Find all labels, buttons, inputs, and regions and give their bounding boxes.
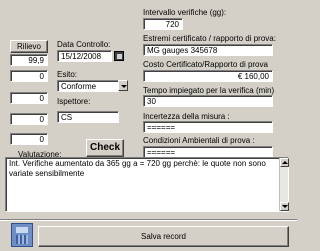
- valutazione-textarea[interactable]: Int. Verifiche aumentato da 365 gg a = 7…: [5, 157, 289, 212]
- esito-selected-value: Conforme: [61, 82, 97, 91]
- save-record-button[interactable]: Salva record: [38, 226, 289, 247]
- calendar-icon-page: [117, 54, 122, 59]
- rilievo-value-5[interactable]: 0: [10, 133, 48, 145]
- save-record-icon-screen: [16, 227, 28, 233]
- tempo-label: Tempo impiegato per la verifica (min): [143, 86, 275, 95]
- scroll-down-icon[interactable]: [280, 202, 289, 211]
- valutazione-scrollbar[interactable]: [279, 158, 289, 211]
- estremi-label: Estremi certificato / rapporto di prova:: [143, 34, 276, 43]
- rilievo-value-1[interactable]: 99,9: [10, 54, 48, 66]
- rilievo-value-2[interactable]: 0: [10, 70, 48, 82]
- rilievo-button[interactable]: Rilievo: [10, 40, 48, 53]
- ispettore-field[interactable]: CS: [57, 111, 119, 123]
- estremi-field[interactable]: MG gauges 345678: [143, 44, 273, 56]
- esito-select[interactable]: Conforme: [57, 80, 119, 92]
- data-controllo-label: Data Controllo:: [57, 40, 111, 49]
- rilievo-value-3[interactable]: 0: [10, 92, 48, 104]
- save-record-icon[interactable]: [11, 223, 33, 247]
- save-record-icon-keys: [16, 235, 28, 244]
- costo-label: Costo Certificato/Rapporto di prova: [143, 60, 268, 69]
- check-button-label: Check: [89, 142, 120, 153]
- calendar-icon[interactable]: [114, 51, 124, 61]
- incertezza-label: Incertezza della misura :: [143, 112, 230, 121]
- valutazione-text: Int. Verifiche aumentato da 365 gg a = 7…: [9, 159, 266, 178]
- esito-dropdown-button[interactable]: [118, 80, 128, 91]
- bottom-divider-highlight: [0, 220, 297, 221]
- costo-field[interactable]: € 160,00: [143, 70, 273, 82]
- esito-label: Esito:: [57, 70, 78, 79]
- rilievo-value-4[interactable]: 0: [10, 113, 48, 125]
- incertezza-field[interactable]: ======: [143, 121, 273, 133]
- intervallo-label: Intervallo verifiche (gg):: [143, 8, 227, 17]
- ispettore-label: Ispettore:: [57, 97, 91, 106]
- save-record-label: Salva record: [141, 232, 186, 241]
- condizioni-label: Condizioni Ambientali di prova :: [143, 136, 255, 145]
- data-controllo-field[interactable]: 15/12/2008: [57, 50, 112, 62]
- scroll-up-icon[interactable]: [280, 158, 289, 167]
- check-button[interactable]: Check: [86, 139, 124, 157]
- intervallo-field[interactable]: 720: [143, 18, 183, 30]
- tempo-field[interactable]: 30: [143, 95, 273, 107]
